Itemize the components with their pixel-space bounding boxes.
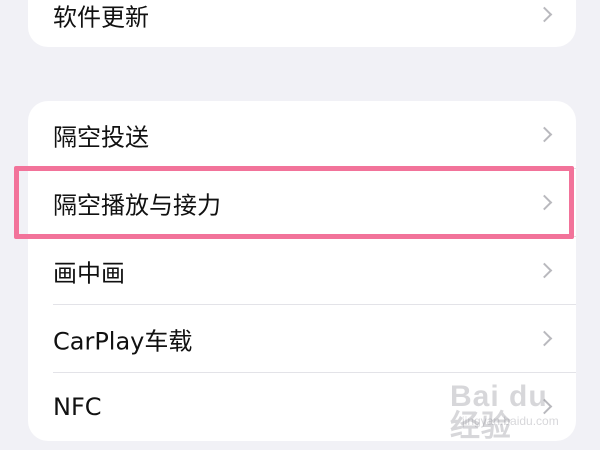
nfc-row[interactable]: NFC xyxy=(28,373,576,441)
picture-in-picture-row[interactable]: 画中画 xyxy=(28,237,576,305)
chevron-right-icon xyxy=(536,126,553,143)
chevron-right-icon xyxy=(536,330,553,347)
settings-group-top: 软件更新 xyxy=(28,0,576,47)
airplay-handoff-label: 隔空播放与接力 xyxy=(53,191,221,220)
software-update-label: 软件更新 xyxy=(53,3,149,32)
carplay-row[interactable]: CarPlay车载 xyxy=(28,305,576,373)
settings-screen: 软件更新 隔空投送 隔空播放与接力 画中画 CarPlay车载 NFC Bai … xyxy=(0,0,600,450)
software-update-row[interactable]: 软件更新 xyxy=(28,0,576,47)
chevron-right-icon xyxy=(536,194,553,211)
airplay-handoff-row[interactable]: 隔空播放与接力 xyxy=(28,169,576,237)
picture-in-picture-label: 画中画 xyxy=(53,259,125,288)
airdrop-row[interactable]: 隔空投送 xyxy=(28,101,576,169)
settings-group-main: 隔空投送 隔空播放与接力 画中画 CarPlay车载 NFC xyxy=(28,101,576,441)
nfc-label: NFC xyxy=(53,393,102,421)
carplay-label: CarPlay车载 xyxy=(53,327,193,356)
airdrop-label: 隔空投送 xyxy=(53,123,149,152)
chevron-right-icon xyxy=(536,6,553,23)
chevron-right-icon xyxy=(536,262,553,279)
chevron-right-icon xyxy=(536,398,553,415)
